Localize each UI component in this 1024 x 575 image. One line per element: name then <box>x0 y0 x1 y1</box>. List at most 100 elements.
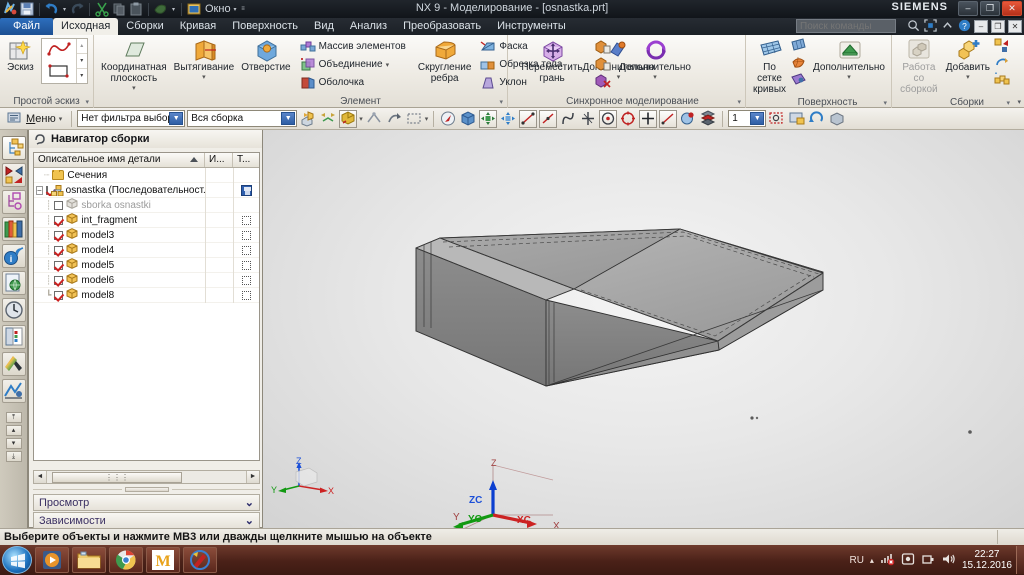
more-sync-button[interactable]: Дополнительно ▾ <box>616 37 694 82</box>
preview-panel-bar[interactable]: Просмотр ⌄ <box>33 494 260 511</box>
add-component-caret[interactable]: ▾ <box>966 73 970 81</box>
help-icon[interactable]: ? <box>957 19 971 33</box>
splitter-grip[interactable] <box>124 487 169 492</box>
qat-overflow-caret[interactable]: ≡ <box>240 6 247 12</box>
tree-column-headers[interactable]: Описательное имя детали И... Т... <box>34 153 259 168</box>
selection-scope-combo[interactable]: Вся сборка ▼ <box>187 110 298 127</box>
chevron-down-icon[interactable]: ⌄ <box>245 496 254 509</box>
roles-icon[interactable] <box>1 379 26 403</box>
more-surface-caret[interactable]: ▾ <box>847 73 851 81</box>
fullscreen-icon[interactable] <box>923 19 937 33</box>
scroll-right-arrow[interactable]: ► <box>246 471 259 483</box>
tab-home[interactable]: Исходная <box>53 18 119 35</box>
system-materials-icon[interactable] <box>1 352 26 376</box>
start-orb-icon[interactable] <box>2 546 32 574</box>
tab-render[interactable]: Преобразовать <box>395 18 489 35</box>
taskbar-app-chrome[interactable] <box>109 547 143 573</box>
through-curve-mesh-button[interactable]: По сетке кривых <box>750 37 789 96</box>
row-checkbox[interactable] <box>54 290 64 300</box>
undo-icon[interactable] <box>44 1 60 17</box>
patch-icon[interactable] <box>790 72 806 88</box>
tree-horizontal-scrollbar[interactable]: ◄ ⋮⋮⋮ ► <box>33 470 260 484</box>
measure-icon[interactable] <box>659 109 678 128</box>
layer-visible-icon[interactable] <box>768 110 786 128</box>
nx-logo-icon[interactable] <box>2 1 18 17</box>
taskbar[interactable]: M RU ▴ 22:27 15.12.2016 <box>0 545 1024 575</box>
tab-assemblies[interactable]: Сборки <box>118 18 171 35</box>
column-header-type[interactable]: Т... <box>233 153 259 167</box>
arc-icon[interactable] <box>619 110 637 128</box>
work-assembly-button[interactable]: Работа со сборкой <box>896 37 942 96</box>
window-menu-label[interactable]: Окно <box>205 3 231 15</box>
tab-surface[interactable]: Поверхность <box>224 18 306 35</box>
reuse-library-icon[interactable] <box>1 217 26 241</box>
paint-dropdown-caret[interactable]: ▾ <box>170 6 177 13</box>
edge-blend-button[interactable]: Скругление ребра <box>415 37 475 85</box>
select-edge-icon[interactable] <box>365 110 383 128</box>
ribbon-utility-icons[interactable]: ? – ❐ ✕ <box>906 19 1022 33</box>
part-navigator-icon[interactable] <box>1 190 26 214</box>
graphics-window[interactable]: ZC YC XC X Y Z X Y Z <box>263 130 1024 528</box>
column-header-info[interactable]: И... <box>205 153 233 167</box>
model-view[interactable]: ZC YC XC X Y Z X Y Z <box>263 130 1024 528</box>
work-layer-caret[interactable]: ▼ <box>750 112 765 125</box>
show-desktop-button[interactable] <box>1016 546 1024 574</box>
select-rect-caret[interactable]: ▾ <box>425 115 429 123</box>
tray-chevron-up-icon[interactable]: ▴ <box>870 556 874 565</box>
selection-filter-combo[interactable]: Нет фильтра выбор ▼ <box>77 110 186 127</box>
select-face-icon[interactable] <box>339 109 358 128</box>
tab-view[interactable]: Вид <box>306 18 342 35</box>
tab-curve[interactable]: Кривая <box>172 18 224 35</box>
table-row[interactable]: ┈ Сечения <box>34 167 259 183</box>
sketch-spline-icon[interactable] <box>46 40 72 61</box>
view-orientation-triad[interactable]: X Y Z <box>271 456 334 496</box>
selection-filter-caret[interactable]: ▼ <box>169 112 184 125</box>
resource-scroll-bottom[interactable]: ⤓ <box>5 451 22 462</box>
menu-button[interactable]: Меню ▾ <box>3 110 66 128</box>
taskbar-app-explorer[interactable] <box>72 547 106 573</box>
tab-analysis[interactable]: Анализ <box>342 18 395 35</box>
work-layer-combo[interactable]: 1 ▼ <box>728 110 767 127</box>
datum-plane-caret[interactable]: ▾ <box>132 84 136 92</box>
undo-dropdown-caret[interactable]: ▾ <box>61 6 68 13</box>
history-icon[interactable] <box>1 298 26 322</box>
rotate-view-icon[interactable] <box>808 110 826 128</box>
row-name-cell[interactable]: − osnastka (Последовательност... <box>34 184 205 196</box>
row-checkbox[interactable] <box>54 200 64 210</box>
offset-region-icon[interactable] <box>594 56 611 72</box>
expander-minus-icon[interactable]: − <box>36 185 43 195</box>
redo-icon[interactable] <box>69 1 85 17</box>
extrude-caret[interactable]: ▾ <box>202 73 206 81</box>
row-name-cell[interactable]: ┊ model5 <box>34 258 205 272</box>
unite-button[interactable]: Объединение ▾ <box>298 56 408 73</box>
selection-toolbar[interactable]: Меню ▾ Нет фильтра выбор ▼ Вся сборка ▼ <box>0 108 1024 130</box>
row-name-cell[interactable]: ┊ model4 <box>34 243 205 257</box>
move-face-button[interactable]: Переместить грань <box>512 37 592 85</box>
row-name-cell[interactable]: ┈ Сечения <box>34 169 205 181</box>
network-error-icon[interactable] <box>880 552 895 569</box>
constraint-navigator-icon[interactable] <box>1 163 26 187</box>
more-sync-caret[interactable]: ▾ <box>653 73 657 81</box>
taskbar-app-mail-ru[interactable]: M <box>146 547 180 573</box>
table-row[interactable]: ┊ int_fragment <box>34 212 259 228</box>
row-name-cell[interactable]: ┊ sborka osnastki <box>34 198 205 212</box>
point-icon[interactable] <box>579 110 597 128</box>
select-feature-icon[interactable] <box>319 110 337 128</box>
sketch-rectangle-icon[interactable] <box>46 63 72 82</box>
search-icon[interactable] <box>906 19 920 33</box>
resource-bar[interactable]: i ⤒ ▴ ▾ ⤓ <box>0 130 28 528</box>
more-surface-button[interactable]: Дополнительно ▾ <box>810 37 888 82</box>
table-row[interactable]: − osnastka (Последовательност... <box>34 182 259 198</box>
n-sided-surface-icon[interactable] <box>790 55 806 71</box>
select-face-caret[interactable]: ▾ <box>359 115 363 123</box>
usb-icon[interactable] <box>921 552 935 569</box>
window-menu-caret[interactable]: ▾ <box>232 6 239 13</box>
row-checkbox[interactable] <box>54 215 64 225</box>
tree-rows[interactable]: ┈ Сечения − osnastka (Последовательност.… <box>34 167 259 460</box>
table-row[interactable]: ┊ model3 <box>34 227 259 243</box>
layer-category-icon[interactable] <box>788 110 806 128</box>
hole-button[interactable]: Отверстие <box>238 37 293 74</box>
app-minimize-button[interactable]: – <box>974 19 988 33</box>
taskbar-app-media-player[interactable] <box>35 547 69 573</box>
dependencies-panel-bar[interactable]: Зависимости ⌄ <box>33 512 260 529</box>
